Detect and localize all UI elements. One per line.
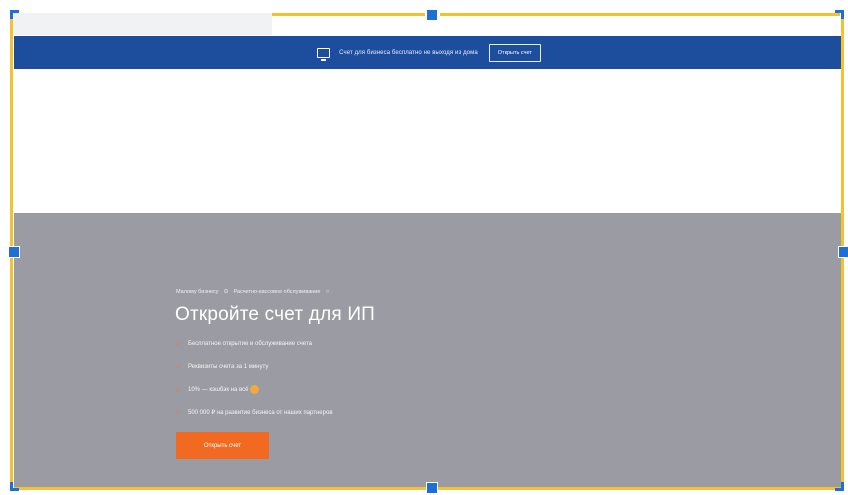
breadcrumb-item-small-business[interactable]: Малому бизнесу bbox=[176, 289, 219, 295]
corner-marker bbox=[10, 10, 13, 19]
check-icon: ✓ bbox=[176, 363, 182, 371]
top-grey-tab bbox=[14, 13, 272, 35]
promo-banner: Счет для бизнеса бесплатно не выходя из … bbox=[14, 36, 844, 69]
monitor-icon bbox=[317, 47, 331, 61]
resize-handle-top[interactable] bbox=[426, 9, 438, 21]
corner-marker bbox=[841, 482, 844, 491]
breadcrumb: Малому бизнесу ⊙ Расчетно-кассовое обслу… bbox=[176, 288, 330, 296]
selection-border-top bbox=[272, 13, 425, 16]
promo-text: Счет для бизнеса бесплатно не выходя из … bbox=[339, 49, 478, 56]
list-item: ✓ Реквизиты счета за 1 минуту bbox=[176, 361, 333, 372]
list-item: ✓ 10% — кэшбэк на всё bbox=[176, 384, 333, 395]
corner-marker bbox=[841, 10, 844, 19]
resize-handle-left[interactable] bbox=[8, 246, 20, 258]
list-item: ✓ 500 000 ₽ на развитие бизнеса от наших… bbox=[176, 407, 333, 418]
check-icon: ✓ bbox=[176, 409, 182, 417]
corner-marker bbox=[10, 488, 19, 491]
check-icon: ✓ bbox=[176, 340, 182, 348]
list-item: ✓ Бесплатное открытие и обслуживание сче… bbox=[176, 338, 333, 349]
check-icon: ✓ bbox=[176, 386, 182, 394]
resize-handle-right[interactable] bbox=[838, 246, 848, 258]
page-title: Откройте счет для ИП bbox=[175, 304, 376, 325]
selection-border-top bbox=[440, 13, 840, 16]
feature-text: Реквизиты счета за 1 минуту bbox=[188, 363, 269, 370]
feature-text: 10% — кэшбэк на всё bbox=[188, 386, 249, 393]
feature-list: ✓ Бесплатное открытие и обслуживание сче… bbox=[176, 338, 333, 430]
coin-icon bbox=[250, 385, 260, 394]
hero-section: Малому бизнесу ⊙ Расчетно-кассовое обслу… bbox=[14, 213, 844, 488]
open-account-button[interactable]: Открыть счет bbox=[176, 432, 269, 459]
white-content-area bbox=[14, 69, 844, 213]
feature-text: Бесплатное открытие и обслуживание счета bbox=[188, 340, 312, 347]
breadcrumb-separator-icon: ⊙ bbox=[223, 289, 229, 295]
info-icon: ○ bbox=[325, 288, 330, 295]
breadcrumb-item-rko[interactable]: Расчетно-кассовое обслуживание bbox=[234, 289, 321, 295]
feature-text: 500 000 ₽ на развитие бизнеса от наших п… bbox=[188, 410, 333, 416]
promo-open-account-button[interactable]: Открыть счет bbox=[488, 43, 541, 62]
resize-handle-bottom[interactable] bbox=[426, 482, 438, 494]
